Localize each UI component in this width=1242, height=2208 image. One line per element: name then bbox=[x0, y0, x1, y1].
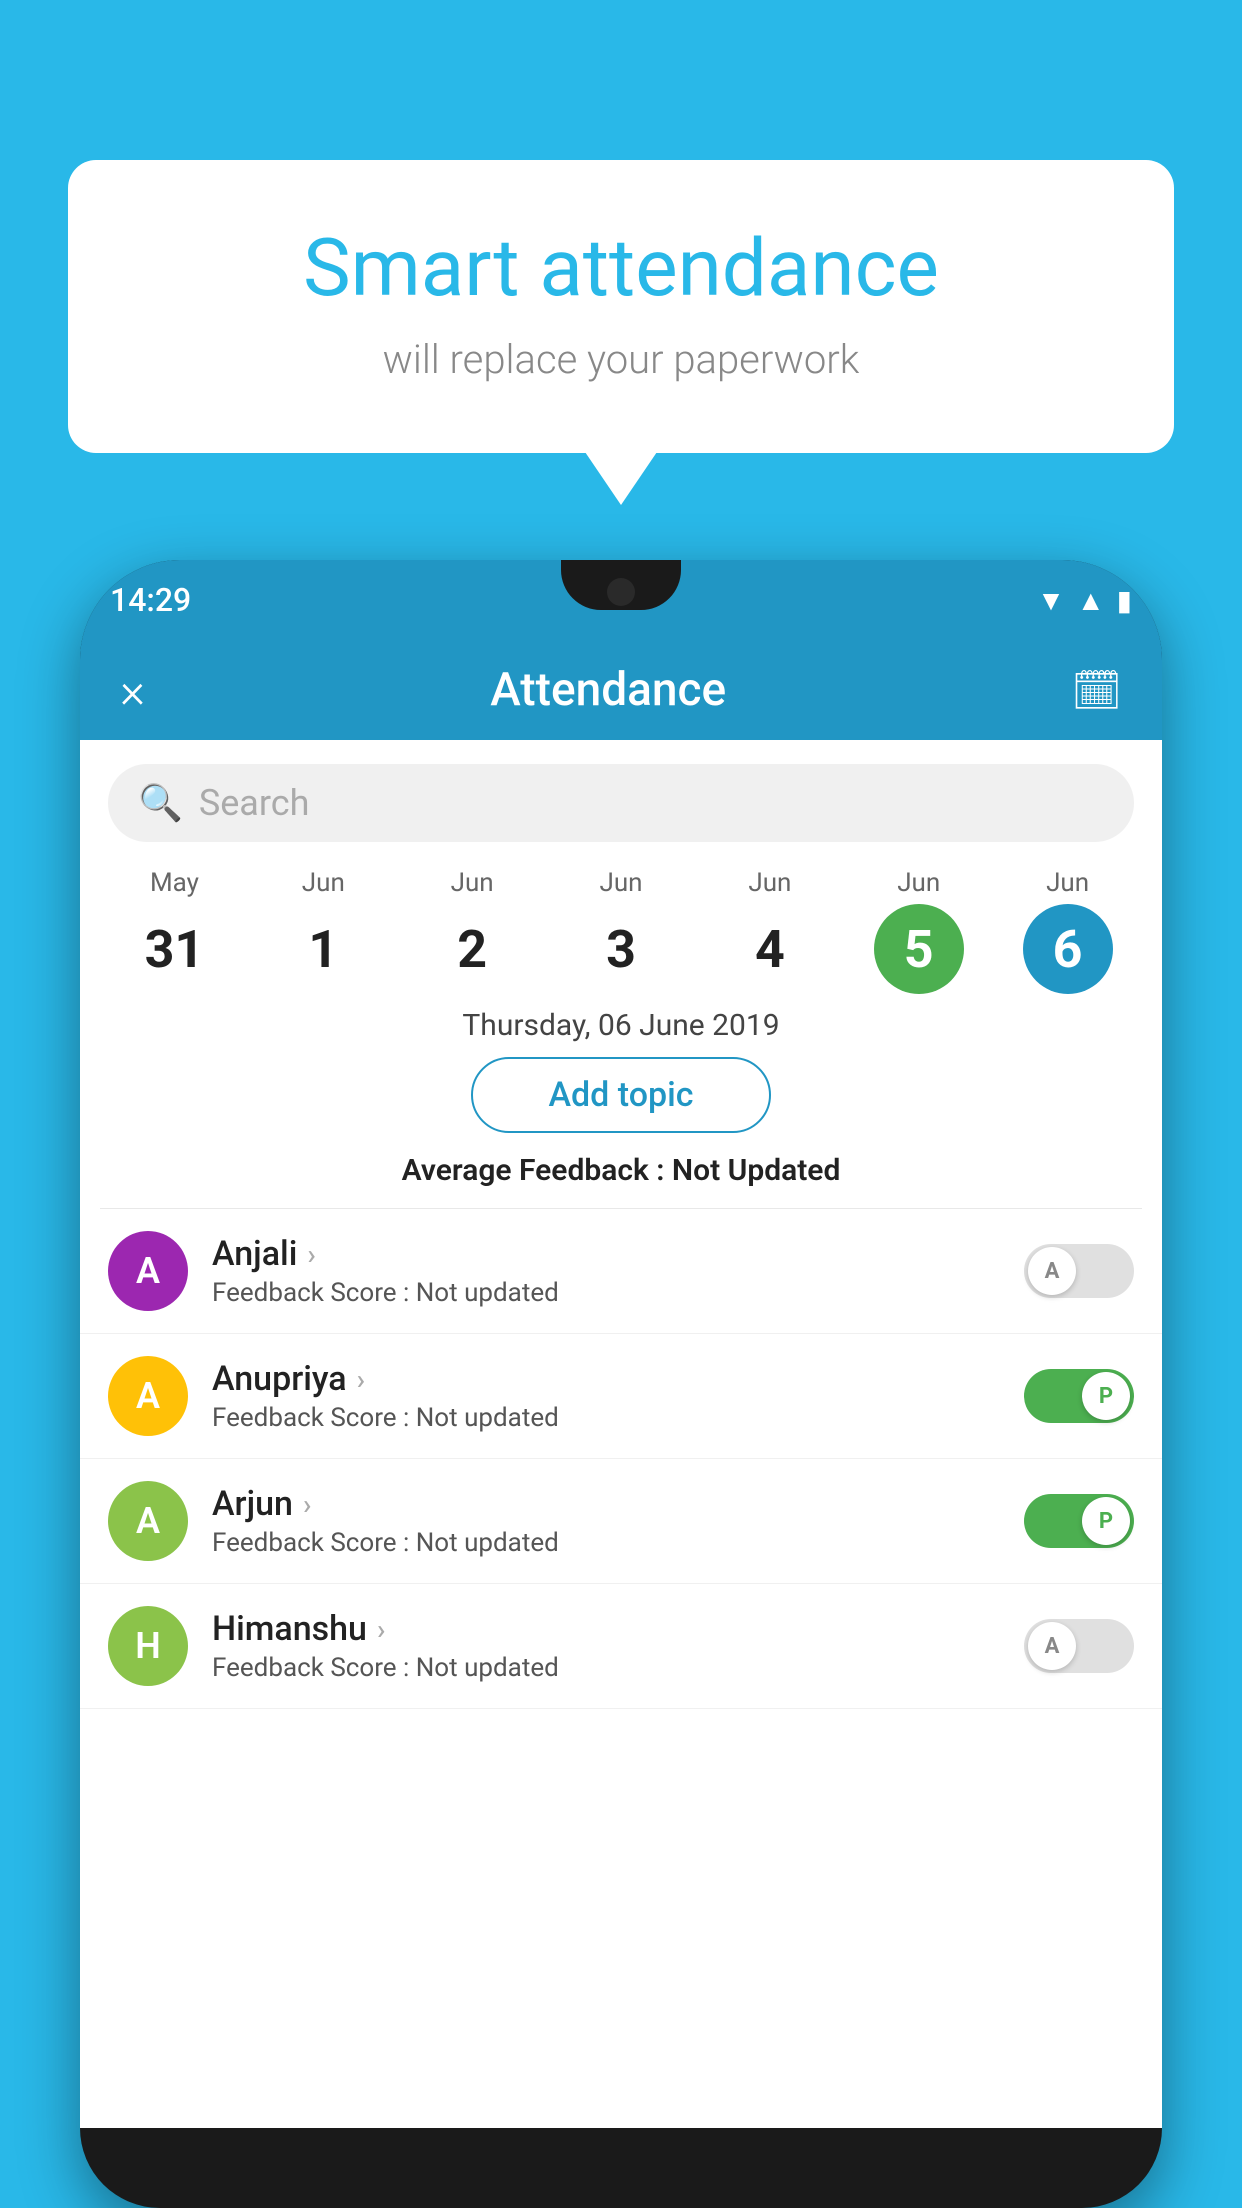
student-name-anupriya: Anupriya › bbox=[212, 1359, 1000, 1399]
day-4[interactable]: 4 bbox=[725, 904, 815, 994]
month-0: May bbox=[150, 868, 199, 898]
calendar-icon[interactable]: 🗓 bbox=[1071, 667, 1122, 714]
phone-camera bbox=[607, 578, 635, 606]
student-item-arjun[interactable]: A Arjun › Feedback Score : Not updated P bbox=[80, 1459, 1162, 1584]
search-icon: 🔍 bbox=[138, 782, 183, 824]
toggle-knob-anjali: A bbox=[1028, 1247, 1076, 1295]
close-button[interactable]: × bbox=[120, 662, 145, 719]
student-name-himanshu: Himanshu › bbox=[212, 1609, 1000, 1649]
chevron-icon-anupriya: › bbox=[357, 1363, 365, 1396]
month-1: Jun bbox=[302, 868, 345, 898]
selected-date-label: Thursday, 06 June 2019 bbox=[80, 1000, 1162, 1057]
battery-icon: ▮ bbox=[1117, 584, 1132, 617]
phone-notch bbox=[561, 560, 681, 610]
student-item-himanshu[interactable]: H Himanshu › Feedback Score : Not update… bbox=[80, 1584, 1162, 1709]
month-2: Jun bbox=[451, 868, 494, 898]
avg-feedback-label: Average Feedback : bbox=[402, 1153, 672, 1188]
avatar-himanshu: H bbox=[108, 1606, 188, 1686]
student-item-anupriya[interactable]: A Anupriya › Feedback Score : Not update… bbox=[80, 1334, 1162, 1459]
date-col-1[interactable]: Jun 1 bbox=[249, 868, 398, 994]
day-3[interactable]: 3 bbox=[576, 904, 666, 994]
phone-frame: 14:29 ▼ ▲ ▮ × Attendance 🗓 🔍 Search May … bbox=[80, 560, 1162, 2208]
day-0[interactable]: 31 bbox=[129, 904, 219, 994]
toggle-himanshu[interactable]: A bbox=[1024, 1619, 1134, 1673]
status-icons: ▼ ▲ ▮ bbox=[1037, 584, 1132, 617]
speech-bubble: Smart attendance will replace your paper… bbox=[68, 160, 1174, 453]
month-3: Jun bbox=[599, 868, 642, 898]
chevron-icon-anjali: › bbox=[307, 1238, 315, 1271]
student-info-anupriya: Anupriya › Feedback Score : Not updated bbox=[212, 1359, 1000, 1433]
toggle-arjun[interactable]: P bbox=[1024, 1494, 1134, 1548]
date-col-5[interactable]: Jun 5 bbox=[844, 868, 993, 994]
day-1[interactable]: 1 bbox=[278, 904, 368, 994]
calendar-row: May 31 Jun 1 Jun 2 Jun 3 Jun 4 Jun 5 bbox=[80, 858, 1162, 1000]
avatar-anjali: A bbox=[108, 1231, 188, 1311]
feedback-score-anjali: Feedback Score : Not updated bbox=[212, 1278, 1000, 1308]
student-info-himanshu: Himanshu › Feedback Score : Not updated bbox=[212, 1609, 1000, 1683]
status-time: 14:29 bbox=[110, 581, 191, 619]
student-info-arjun: Arjun › Feedback Score : Not updated bbox=[212, 1484, 1000, 1558]
toggle-anjali[interactable]: A bbox=[1024, 1244, 1134, 1298]
signal-icon: ▲ bbox=[1077, 584, 1105, 617]
date-col-0[interactable]: May 31 bbox=[100, 868, 249, 994]
day-2[interactable]: 2 bbox=[427, 904, 517, 994]
avatar-arjun: A bbox=[108, 1481, 188, 1561]
day-5[interactable]: 5 bbox=[874, 904, 964, 994]
search-bar[interactable]: 🔍 Search bbox=[108, 764, 1134, 842]
speech-bubble-subtitle: will replace your paperwork bbox=[148, 336, 1094, 383]
speech-bubble-title: Smart attendance bbox=[148, 220, 1094, 316]
wifi-icon: ▼ bbox=[1037, 584, 1065, 617]
date-col-6[interactable]: Jun 6 bbox=[993, 868, 1142, 994]
feedback-score-anupriya: Feedback Score : Not updated bbox=[212, 1403, 1000, 1433]
month-5: Jun bbox=[897, 868, 940, 898]
average-feedback: Average Feedback : Not Updated bbox=[80, 1153, 1162, 1188]
toggle-knob-anupriya: P bbox=[1082, 1372, 1130, 1420]
add-topic-label[interactable]: Add topic bbox=[548, 1075, 693, 1115]
student-name-arjun: Arjun › bbox=[212, 1484, 1000, 1524]
add-topic-button[interactable]: Add topic bbox=[471, 1057, 771, 1133]
student-item-anjali[interactable]: A Anjali › Feedback Score : Not updated … bbox=[80, 1209, 1162, 1334]
toggle-anupriya[interactable]: P bbox=[1024, 1369, 1134, 1423]
avg-feedback-value: Not Updated bbox=[672, 1153, 840, 1188]
chevron-icon-himanshu: › bbox=[377, 1613, 385, 1646]
app-header: × Attendance 🗓 bbox=[80, 640, 1162, 740]
month-6: Jun bbox=[1046, 868, 1089, 898]
chevron-icon-arjun: › bbox=[303, 1488, 311, 1521]
avatar-anupriya: A bbox=[108, 1356, 188, 1436]
toggle-knob-himanshu: A bbox=[1028, 1622, 1076, 1670]
date-col-2[interactable]: Jun 2 bbox=[398, 868, 547, 994]
feedback-score-himanshu: Feedback Score : Not updated bbox=[212, 1653, 1000, 1683]
month-4: Jun bbox=[748, 868, 791, 898]
date-col-3[interactable]: Jun 3 bbox=[547, 868, 696, 994]
toggle-knob-arjun: P bbox=[1082, 1497, 1130, 1545]
feedback-score-arjun: Feedback Score : Not updated bbox=[212, 1528, 1000, 1558]
phone-screen: 🔍 Search May 31 Jun 1 Jun 2 Jun 3 Jun bbox=[80, 740, 1162, 2128]
search-input[interactable]: Search bbox=[199, 782, 310, 824]
header-title: Attendance bbox=[490, 663, 726, 717]
student-info-anjali: Anjali › Feedback Score : Not updated bbox=[212, 1234, 1000, 1308]
student-name-anjali: Anjali › bbox=[212, 1234, 1000, 1274]
date-col-4[interactable]: Jun 4 bbox=[695, 868, 844, 994]
day-6[interactable]: 6 bbox=[1023, 904, 1113, 994]
